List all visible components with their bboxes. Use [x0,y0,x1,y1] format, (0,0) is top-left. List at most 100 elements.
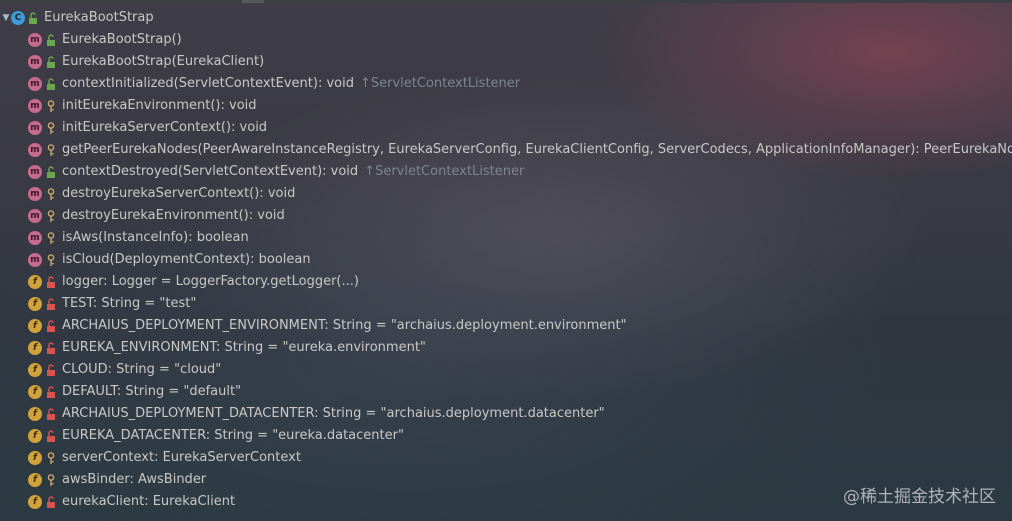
root-class-label: EurekaBootStrap [44,10,154,25]
protected-icon [46,253,56,267]
public-icon [46,165,56,179]
protected-icon [46,99,56,113]
field-item[interactable]: f DEFAULT: String = "default" [0,381,1012,403]
member-signature: isAws(InstanceInfo): boolean [62,230,249,245]
member-label: isAws(InstanceInfo): boolean [62,227,249,249]
method-item[interactable]: m getPeerEurekaNodes(PeerAwareInstanceReg… [0,139,1012,161]
method-icon: m [28,209,42,223]
member-label: destroyEurekaEnvironment(): void [62,205,285,227]
field-icon: f [28,407,42,421]
member-label: contextDestroyed(ServletContextEvent): v… [62,161,524,183]
member-label: ARCHAIUS_DEPLOYMENT_DATACENTER: String =… [62,403,605,425]
member-signature: EurekaBootStrap(EurekaClient) [62,54,265,69]
public-icon [46,55,56,69]
method-icon: m [28,55,42,69]
member-label: contextInitialized(ServletContextEvent):… [62,73,520,95]
member-signature: contextDestroyed(ServletContextEvent): v… [62,164,359,179]
method-item[interactable]: m EurekaBootStrap(EurekaClient) [0,51,1012,73]
field-icon: f [28,451,42,465]
private-icon [46,319,56,333]
method-icon: m [28,33,42,47]
private-icon [46,275,56,289]
member-label: EUREKA_DATACENTER: String = "eureka.data… [62,425,404,447]
override-hint: ↑ServletContextListener [360,76,521,91]
member-signature: CLOUD: String = "cloud" [62,362,222,377]
member-signature: TEST: String = "test" [62,296,197,311]
member-signature: isCloud(DeploymentContext): boolean [62,252,311,267]
member-label: EurekaBootStrap(EurekaClient) [62,51,264,73]
field-icon: f [28,363,42,377]
method-item[interactable]: m contextDestroyed(ServletContextEvent): … [0,161,1012,183]
public-icon [46,33,56,47]
field-item[interactable]: f logger: Logger = LoggerFactory.getLogge… [0,271,1012,293]
field-item[interactable]: f ARCHAIUS_DEPLOYMENT_ENVIRONMENT: String… [0,315,1012,337]
member-signature: destroyEurekaServerContext(): void [62,186,296,201]
private-icon [46,363,56,377]
member-label: initEurekaServerContext(): void [62,117,267,139]
private-icon [46,341,56,355]
member-label: eurekaClient: EurekaClient [62,491,235,513]
method-item[interactable]: m isAws(InstanceInfo): boolean [0,227,1012,249]
method-item[interactable]: m contextInitialized(ServletContextEvent)… [0,73,1012,95]
method-icon: m [28,187,42,201]
field-item[interactable]: f EUREKA_ENVIRONMENT: String = "eureka.en… [0,337,1012,359]
member-signature: serverContext: EurekaServerContext [62,450,301,465]
protected-icon [46,187,56,201]
protected-icon [46,231,56,245]
member-label: serverContext: EurekaServerContext [62,447,301,469]
tree-root-class[interactable]: ▼ C EurekaBootStrap [0,7,1012,29]
private-icon [46,495,56,509]
field-item[interactable]: f serverContext: EurekaServerContext [0,447,1012,469]
private-icon [46,429,56,443]
structure-tree: ▼ C EurekaBootStrap m EurekaBootStrap() m E… [0,7,1012,513]
field-icon: f [28,385,42,399]
private-icon [46,297,56,311]
member-label: logger: Logger = LoggerFactory.getLogger… [62,271,359,293]
public-icon [46,77,56,91]
field-item[interactable]: f CLOUD: String = "cloud" [0,359,1012,381]
member-label: initEurekaEnvironment(): void [62,95,257,117]
member-signature: EurekaBootStrap() [62,32,182,47]
member-label: isCloud(DeploymentContext): boolean [62,249,311,271]
member-signature: DEFAULT: String = "default" [62,384,242,399]
member-list: m EurekaBootStrap() m EurekaBootStrap(Eurek… [0,29,1012,513]
field-item[interactable]: f ARCHAIUS_DEPLOYMENT_DATACENTER: String … [0,403,1012,425]
public-icon [28,11,38,25]
member-label: TEST: String = "test" [62,293,196,315]
field-item[interactable]: f EUREKA_DATACENTER: String = "eureka.dat… [0,425,1012,447]
method-icon: m [28,99,42,113]
field-icon: f [28,319,42,333]
class-icon: C [11,11,25,25]
member-label: CLOUD: String = "cloud" [62,359,221,381]
field-icon: f [28,473,42,487]
member-signature: destroyEurekaEnvironment(): void [62,208,285,223]
member-label: destroyEurekaServerContext(): void [62,183,295,205]
member-label: getPeerEurekaNodes(PeerAwareInstanceRegi… [62,139,1012,161]
member-signature: getPeerEurekaNodes(PeerAwareInstanceRegi… [62,142,1012,157]
member-signature: logger: Logger = LoggerFactory.getLogger… [62,274,359,289]
method-item[interactable]: m initEurekaServerContext(): void [0,117,1012,139]
private-icon [46,385,56,399]
method-item[interactable]: m destroyEurekaEnvironment(): void [0,205,1012,227]
field-item[interactable]: f TEST: String = "test" [0,293,1012,315]
toolbar-tab-edge [242,0,264,3]
member-label: awsBinder: AwsBinder [62,469,206,491]
method-item[interactable]: m isCloud(DeploymentContext): boolean [0,249,1012,271]
member-label: ARCHAIUS_DEPLOYMENT_ENVIRONMENT: String … [62,315,627,337]
watermark-text: @稀土掘金技术社区 [843,487,996,507]
protected-icon [46,451,56,465]
private-icon [46,407,56,421]
protected-icon [46,143,56,157]
method-item[interactable]: m EurekaBootStrap() [0,29,1012,51]
protected-icon [46,473,56,487]
override-hint: ↑ServletContextListener [364,164,525,179]
member-signature: EUREKA_DATACENTER: String = "eureka.data… [62,428,404,443]
protected-icon [46,209,56,223]
top-toolbar-strip [0,0,1012,3]
field-icon: f [28,495,42,509]
expand-arrow-icon[interactable]: ▼ [2,7,10,29]
method-item[interactable]: m destroyEurekaServerContext(): void [0,183,1012,205]
member-signature: contextInitialized(ServletContextEvent):… [62,76,354,91]
member-signature: awsBinder: AwsBinder [62,472,207,487]
method-item[interactable]: m initEurekaEnvironment(): void [0,95,1012,117]
